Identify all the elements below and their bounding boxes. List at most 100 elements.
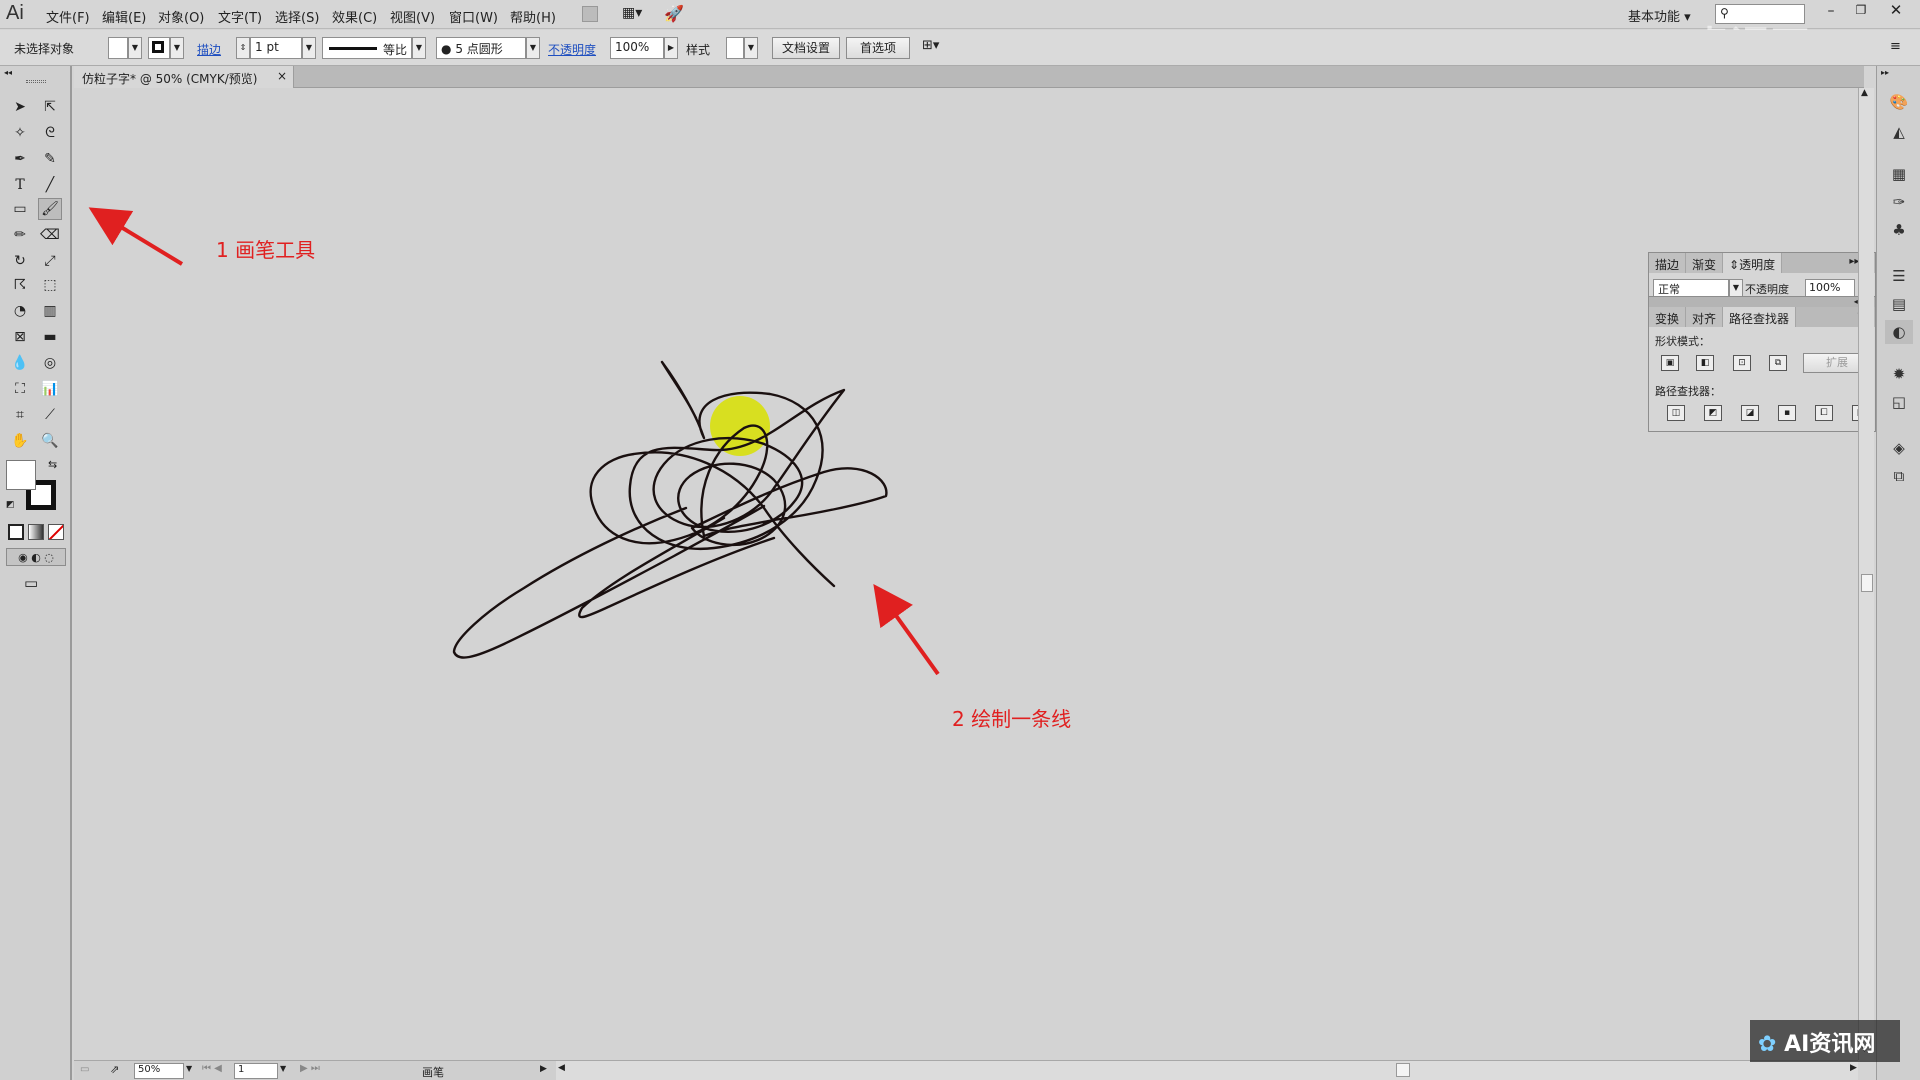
shape-builder-tool-icon[interactable]: ◔ [8, 300, 32, 322]
paintbrush-tool-icon[interactable]: 🖌 [38, 198, 62, 220]
fill-color-swatch-front[interactable] [6, 460, 36, 490]
trim-icon[interactable]: ◩ [1704, 405, 1722, 421]
line-tool-icon[interactable]: ╱ [38, 174, 62, 196]
preferences-button[interactable]: 首选项 [846, 37, 910, 59]
menu-edit[interactable]: 编辑(E) [102, 7, 146, 26]
zoom-dropdown[interactable]: ▼ [186, 1064, 192, 1073]
stroke-profile-field[interactable]: 等比 [322, 37, 412, 59]
default-colors-icon[interactable]: ◩ [6, 500, 15, 510]
panel-header-controls[interactable]: ◂◂ ✕ [1649, 297, 1875, 307]
divide-icon[interactable]: ◫ [1667, 405, 1685, 421]
brush-definition-field[interactable]: ● 5 点圆形 [436, 37, 526, 59]
scroll-left-arrow[interactable]: ◀ [558, 1063, 565, 1073]
workspace-switcher[interactable]: 基本功能 ▾ [1628, 6, 1691, 25]
artboard-dropdown[interactable]: ▼ [280, 1064, 286, 1073]
minus-front-icon[interactable]: ◧ [1696, 355, 1714, 371]
perspective-grid-tool-icon[interactable]: ▥ [38, 300, 62, 322]
hand-tool-icon[interactable]: ✋ [8, 430, 32, 452]
horizontal-scroll-thumb[interactable] [1396, 1063, 1410, 1077]
type-tool-icon[interactable]: T [8, 174, 32, 196]
color-mode-icon[interactable] [8, 524, 24, 540]
dock-expand-icon[interactable]: ▸▸ [1881, 68, 1889, 77]
style-swatch[interactable] [726, 37, 744, 59]
close-window-button[interactable]: ✕ [1876, 1, 1916, 21]
scroll-right-arrow[interactable]: ▶ [1850, 1063, 1857, 1073]
stroke-swatch[interactable] [148, 37, 170, 59]
menu-type[interactable]: 文字(T) [218, 7, 262, 26]
eyedropper-tool-icon[interactable]: 💧 [8, 352, 32, 374]
menu-effect[interactable]: 效果(C) [332, 7, 377, 26]
gradient-panel-icon[interactable]: ▤ [1885, 292, 1913, 316]
horizontal-scrollbar[interactable]: ◀ ▶ [556, 1060, 1858, 1080]
arrange-documents-icon[interactable]: ▦▾ [622, 5, 650, 23]
tab-transform[interactable]: 变换 [1649, 307, 1687, 327]
first-artboard-icon[interactable]: ⏮ ◀ [202, 1063, 222, 1074]
free-transform-tool-icon[interactable]: ⬚ [38, 274, 62, 296]
unite-icon[interactable]: ▣ [1661, 355, 1679, 371]
blend-mode-dropdown[interactable]: ▼ [1729, 279, 1743, 297]
next-artboard-icon[interactable]: ▶ ⏭ [300, 1063, 320, 1074]
scale-tool-icon[interactable]: ⤢ [38, 250, 62, 272]
zoom-tool-icon[interactable]: 🔍 [38, 430, 62, 452]
none-mode-icon[interactable] [48, 524, 64, 540]
symbol-sprayer-tool-icon[interactable]: ⛶ [8, 378, 32, 400]
curvature-tool-icon[interactable]: ✎ [38, 148, 62, 170]
symbols-icon[interactable]: ♣ [1885, 218, 1913, 242]
screen-mode-icon[interactable]: ▭ [24, 574, 38, 592]
crop-icon[interactable]: ▪ [1778, 405, 1796, 421]
opacity-arrow[interactable]: ▶ [664, 37, 678, 59]
gradient-tool-icon[interactable]: ▬ [38, 326, 62, 348]
fill-dropdown[interactable]: ▼ [128, 37, 142, 59]
control-bar-menu-icon[interactable]: ≡ [1890, 39, 1901, 54]
style-dropdown[interactable]: ▼ [744, 37, 758, 59]
lasso-tool-icon[interactable]: ᘓ [38, 122, 62, 144]
document-setup-button[interactable]: 文档设置 [772, 37, 840, 59]
artboard-canvas[interactable]: 1 画笔工具 2 绘制一条线 [74, 88, 1858, 1060]
panel-collapse-icon[interactable]: ◂◂ [4, 68, 12, 77]
color-icon[interactable]: ◭ [1885, 120, 1913, 144]
layers-icon[interactable]: ◈ [1885, 436, 1913, 460]
vertical-scrollbar[interactable]: ▲ ▼ [1858, 88, 1874, 1060]
opacity-label[interactable]: 不透明度 [548, 41, 596, 58]
graphic-styles-icon[interactable]: ◱ [1885, 390, 1913, 414]
document-tab[interactable]: 仿粒子字* @ 50% (CMYK/预览) × [74, 66, 294, 88]
mesh-tool-icon[interactable]: ⊠ [8, 326, 32, 348]
rotate-tool-icon[interactable]: ↻ [8, 250, 32, 272]
menu-view[interactable]: 视图(V) [390, 7, 435, 26]
artboard-number-field[interactable]: 1 [234, 1063, 278, 1079]
pencil-tool-icon[interactable]: ✏ [8, 224, 32, 246]
fill-swatch[interactable] [108, 37, 128, 59]
bridge-icon[interactable] [582, 6, 598, 22]
transparency-panel-icon[interactable]: ◐ [1885, 320, 1913, 344]
blend-tool-icon[interactable]: ◎ [38, 352, 62, 374]
stroke-dropdown[interactable]: ▼ [170, 37, 184, 59]
restore-button[interactable]: ❐ [1846, 3, 1876, 21]
stroke-weight-dropdown[interactable]: ▼ [302, 37, 316, 59]
color-guide-icon[interactable]: 🎨 [1885, 90, 1913, 114]
toolbox-grip[interactable] [26, 80, 46, 83]
stroke-label[interactable]: 描边 [197, 41, 221, 58]
slice-tool-icon[interactable]: ⟋ [38, 404, 62, 426]
status-menu-arrow[interactable]: ▶ [540, 1064, 547, 1074]
close-tab-icon[interactable]: × [277, 69, 287, 83]
scroll-up-arrow[interactable]: ▲ [1861, 88, 1868, 98]
stroke-profile-dropdown[interactable]: ▼ [412, 37, 426, 59]
panel-opacity-field[interactable]: 100% [1805, 279, 1855, 297]
magic-wand-tool-icon[interactable]: ✧ [8, 122, 32, 144]
stroke-panel-icon[interactable]: ☰ [1885, 264, 1913, 288]
intersect-icon[interactable]: ⊡ [1733, 355, 1751, 371]
minimize-button[interactable]: – [1816, 3, 1846, 21]
gpu-performance-icon[interactable]: 🚀 [664, 4, 684, 23]
exclude-icon[interactable]: ⧉ [1769, 355, 1787, 371]
outline-icon[interactable]: ⧠ [1815, 405, 1833, 421]
brush-definition-dropdown[interactable]: ▼ [526, 37, 540, 59]
gradient-mode-icon[interactable] [28, 524, 44, 540]
tab-align[interactable]: 对齐 [1686, 307, 1724, 327]
arrange-icon[interactable]: ⊞▾ [922, 38, 939, 53]
brushes-icon[interactable]: ✑ [1885, 190, 1913, 214]
rectangle-tool-icon[interactable]: ▭ [8, 198, 32, 220]
opacity-field[interactable]: 100% [610, 37, 664, 59]
tab-stroke[interactable]: 描边 [1649, 253, 1687, 273]
eraser-tool-icon[interactable]: ⌫ [38, 224, 62, 246]
swatches-icon[interactable]: ▦ [1885, 162, 1913, 186]
